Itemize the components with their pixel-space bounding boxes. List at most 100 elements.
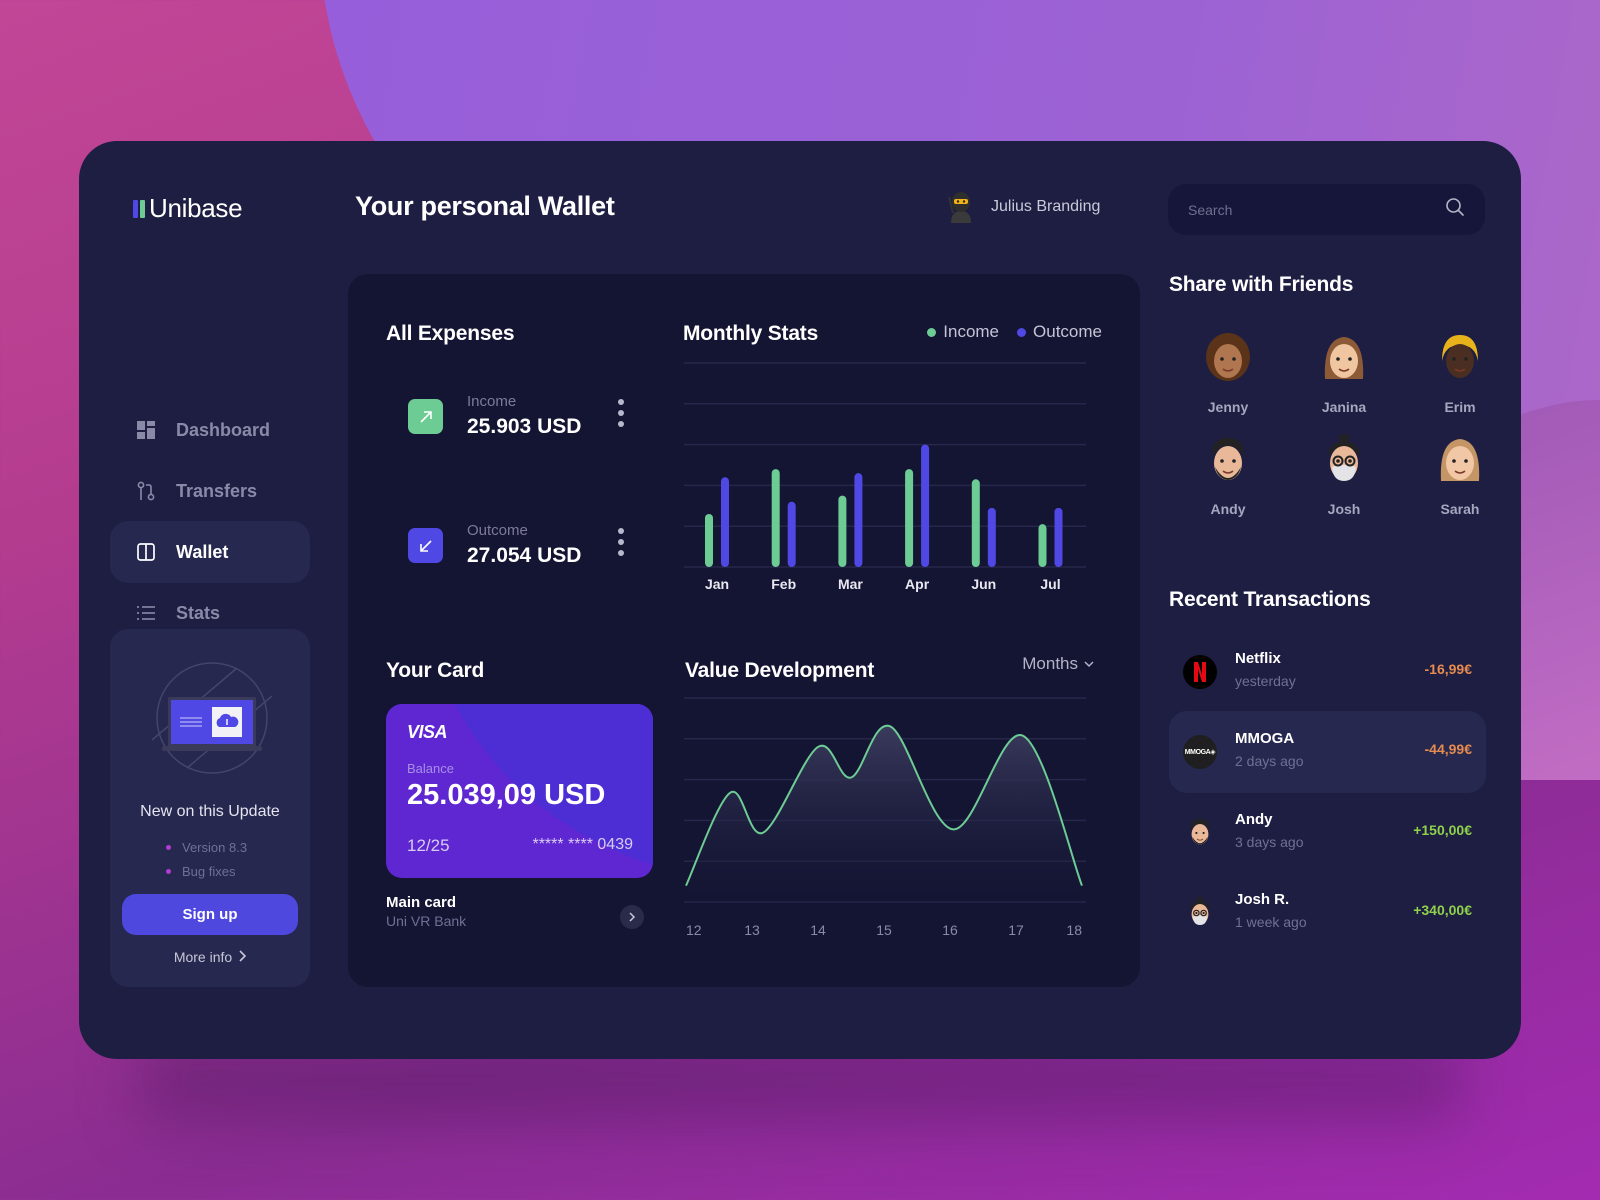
transaction-name: Netflix xyxy=(1235,650,1281,667)
card-bank: Uni VR Bank xyxy=(386,913,467,929)
friend-erim[interactable]: Erim xyxy=(1402,331,1518,415)
transaction-amount: +340,00€ xyxy=(1413,902,1472,918)
value-development-chart: 12 13 14 15 16 17 18 xyxy=(684,697,1086,938)
transaction-name: Andy xyxy=(1235,811,1273,828)
memoji-sarah-icon xyxy=(1435,433,1485,489)
friend-sarah[interactable]: Sarah xyxy=(1402,433,1518,517)
arrow-up-right-icon xyxy=(408,399,443,434)
memoji-andy-icon xyxy=(1203,433,1253,489)
more-info-label: More info xyxy=(173,949,233,965)
sidebar-item-transfers[interactable]: Transfers xyxy=(110,460,310,522)
friend-andy[interactable]: Andy xyxy=(1170,433,1286,517)
friends-grid: Jenny Janina Erim Andy Josh Sarah xyxy=(1170,331,1490,517)
x-tick-label: Jan xyxy=(705,576,729,592)
friend-josh[interactable]: Josh xyxy=(1286,433,1402,517)
update-list: Version 8.3 Bug fixes xyxy=(166,835,247,883)
transaction-time: 1 week ago xyxy=(1235,914,1307,930)
transaction-time: yesterday xyxy=(1235,673,1296,689)
x-tick-label: Feb xyxy=(771,576,796,592)
x-tick-label: Jul xyxy=(1040,576,1060,592)
period-dropdown[interactable]: Months xyxy=(1022,654,1094,674)
transaction-row[interactable]: Netflix yesterday -16,99€ xyxy=(1169,631,1486,713)
x-tick-label: 14 xyxy=(810,922,826,938)
more-info-link[interactable]: More info xyxy=(110,949,310,965)
transfers-icon xyxy=(136,481,156,501)
your-card-title: Your Card xyxy=(386,659,485,682)
sign-up-button[interactable]: Sign up xyxy=(122,894,298,935)
x-tick-label: 16 xyxy=(942,922,958,938)
transaction-time: 3 days ago xyxy=(1235,834,1304,850)
sidebar-item-wallet[interactable]: Wallet xyxy=(110,521,310,583)
friend-janina[interactable]: Janina xyxy=(1286,331,1402,415)
transaction-row[interactable]: MMOGA◈ MMOGA 2 days ago -44,99€ xyxy=(1169,711,1486,793)
chevron-right-icon xyxy=(238,949,247,965)
friend-name: Josh xyxy=(1327,501,1361,517)
user-name: Julius Branding xyxy=(991,198,1101,215)
memoji-janina-icon xyxy=(1319,331,1369,387)
all-expenses-title: All Expenses xyxy=(386,322,515,345)
friend-jenny[interactable]: Jenny xyxy=(1170,331,1286,415)
memoji-jenny-icon xyxy=(1203,331,1253,387)
transaction-name: Josh R. xyxy=(1235,891,1290,908)
sidebar-item-label: Wallet xyxy=(176,541,229,562)
wallet-icon xyxy=(136,542,156,562)
dashboard-icon xyxy=(136,420,156,440)
card-meta: Main card Uni VR Bank xyxy=(386,894,466,929)
income-summary: Income 25.903 USD xyxy=(408,393,648,453)
search-icon[interactable] xyxy=(1445,197,1465,222)
card-name: Main card xyxy=(386,894,457,911)
transaction-row[interactable]: Andy 3 days ago +150,00€ xyxy=(1169,792,1486,874)
transaction-amount: -16,99€ xyxy=(1424,661,1472,677)
outcome-label: Outcome xyxy=(467,522,528,539)
value-development-title: Value Development xyxy=(685,659,875,682)
period-selected: Months xyxy=(1022,654,1078,673)
search-bar xyxy=(1168,184,1485,235)
monthly-stats-chart: Jan Feb Mar Apr Jun Jul xyxy=(684,362,1086,592)
x-tick-label: Apr xyxy=(905,576,930,592)
stats-list-icon xyxy=(136,603,156,623)
sidebar-item-label: Transfers xyxy=(176,480,258,501)
monthly-stats-title: Monthly Stats xyxy=(683,322,819,345)
sidebar-item-label: Stats xyxy=(176,602,221,623)
income-value: 25.903 USD xyxy=(467,415,582,438)
x-tick-label: 18 xyxy=(1066,922,1082,938)
ninja-avatar-icon xyxy=(945,189,977,225)
user-profile[interactable]: Julius Branding xyxy=(945,189,1100,225)
logo-mark-icon xyxy=(133,199,145,218)
friend-name: Jenny xyxy=(1207,399,1249,415)
area-fill xyxy=(686,725,1082,902)
update-bullet: Bug fixes xyxy=(166,859,247,883)
logo-text: Unibase xyxy=(149,193,243,223)
card-number: ***** **** 0439 xyxy=(532,836,633,853)
x-tick-label: Mar xyxy=(838,576,863,592)
transaction-amount: +150,00€ xyxy=(1413,822,1472,838)
transactions-title: Recent Transactions xyxy=(1169,588,1371,611)
search-input[interactable] xyxy=(1188,201,1445,218)
credit-card[interactable]: VISA Balance 25.039,09 USD 12/25 ***** *… xyxy=(386,704,653,878)
update-card: New on this Update Version 8.3 Bug fixes… xyxy=(110,629,310,987)
x-tick-label: 17 xyxy=(1008,922,1024,938)
friend-name: Sarah xyxy=(1440,501,1480,517)
transaction-name: MMOGA xyxy=(1235,730,1295,747)
transaction-amount: -44,99€ xyxy=(1424,741,1472,757)
outcome-more-icon[interactable] xyxy=(616,528,626,556)
legend-item-income: Income xyxy=(927,322,999,342)
netflix-logo-icon xyxy=(1183,655,1217,689)
income-label: Income xyxy=(467,393,517,410)
main-panel: All Expenses Income 25.903 USD Outcome 2… xyxy=(348,274,1140,987)
card-expiry: 12/25 xyxy=(407,836,450,855)
logo[interactable]: Unibase xyxy=(133,193,243,224)
update-title: New on this Update xyxy=(140,803,280,820)
next-card-button[interactable] xyxy=(620,905,644,929)
visa-logo: VISA xyxy=(407,722,448,742)
chevron-down-icon xyxy=(1084,660,1094,667)
memoji-erim-icon xyxy=(1435,331,1485,387)
app-window: Unibase Your personal Wallet Julius Bran… xyxy=(79,141,1521,1059)
friend-name: Andy xyxy=(1210,501,1246,517)
income-more-icon[interactable] xyxy=(616,399,626,427)
transaction-row[interactable]: Josh R. 1 week ago +340,00€ xyxy=(1169,872,1486,954)
arrow-down-left-icon xyxy=(408,528,443,563)
friend-name: Erim xyxy=(1444,399,1476,415)
sidebar-item-dashboard[interactable]: Dashboard xyxy=(110,399,310,461)
update-bullet: Version 8.3 xyxy=(166,835,247,859)
